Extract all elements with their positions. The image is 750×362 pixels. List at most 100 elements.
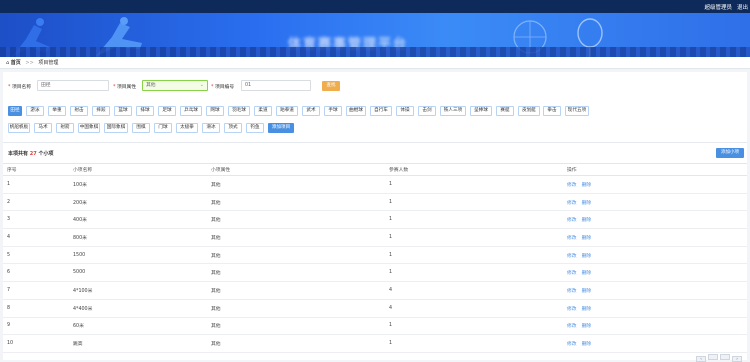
table-cell: 1 xyxy=(385,228,563,247)
subitem-table: 序号 小项名称 小项属性 参赛人数 操作 1 100米 其他 1 修改 删除 2 200米 其他 1 修改删… xyxy=(3,163,747,353)
category-chip[interactable]: 门球 xyxy=(154,123,172,133)
delete-link[interactable]: 删除 xyxy=(582,201,592,206)
table-row: 5 1500 其他 1 修改 删除 xyxy=(3,246,747,265)
table-cell: 4 xyxy=(385,281,563,300)
table-cell: 1 xyxy=(385,193,563,212)
edit-link[interactable]: 修改 xyxy=(567,289,577,294)
category-chip[interactable]: 跆拳道 xyxy=(276,106,298,116)
table-cell: 1 xyxy=(385,317,563,336)
table-cell: 1 xyxy=(385,334,563,353)
table-cell: 3 xyxy=(3,210,69,230)
category-chip[interactable]: 曲棍球 xyxy=(346,106,366,116)
category-chip[interactable]: 摔跤 xyxy=(92,106,110,116)
table-cell: 1 xyxy=(385,175,563,194)
delete-link[interactable]: 删除 xyxy=(582,236,592,241)
table-cell: 1 xyxy=(385,246,563,265)
table-cell: 其他 xyxy=(207,193,385,212)
row-actions: 修改 删除 xyxy=(563,299,747,318)
category-chip[interactable]: 现代五项 xyxy=(565,106,589,116)
pagination: ‹ › xyxy=(694,354,742,362)
name-filter-input[interactable]: 田径 xyxy=(37,80,109,91)
row-actions: 修改 删除 xyxy=(563,228,747,247)
table-cell: 其他 xyxy=(207,210,385,230)
category-chip[interactable]: 滑冰 xyxy=(202,123,220,133)
category-chip[interactable]: 围棋 xyxy=(132,123,150,133)
table-cell: 6 xyxy=(3,263,69,283)
category-chip[interactable]: 举重 xyxy=(48,106,66,116)
edit-link[interactable]: 修改 xyxy=(567,218,577,223)
category-chip[interactable]: 太极拳 xyxy=(176,123,198,133)
column-header: 小项属性 xyxy=(207,163,385,176)
delete-link[interactable]: 删除 xyxy=(582,271,592,276)
edit-link[interactable]: 修改 xyxy=(567,236,577,241)
column-header: 序号 xyxy=(3,163,69,176)
add-subitem-button[interactable]: 添加小项 xyxy=(716,148,744,158)
delete-link[interactable]: 删除 xyxy=(582,307,592,312)
edit-link[interactable]: 修改 xyxy=(567,324,577,329)
category-chip[interactable]: 钓鱼 xyxy=(246,123,264,133)
search-button[interactable]: 查找 xyxy=(322,81,340,91)
prev-page-button[interactable]: ‹ xyxy=(696,356,706,362)
table-cell: 1 xyxy=(385,263,563,283)
add-project-button[interactable]: 添加项目 xyxy=(268,123,294,133)
city-skyline xyxy=(0,47,750,57)
table-cell: 1500 xyxy=(69,246,207,265)
edit-link[interactable]: 修改 xyxy=(567,201,577,206)
next-page-button[interactable]: › xyxy=(732,356,742,362)
delete-link[interactable]: 删除 xyxy=(582,289,592,294)
page-2-button[interactable] xyxy=(720,354,730,360)
edit-link[interactable]: 修改 xyxy=(567,307,577,312)
edit-link[interactable]: 修改 xyxy=(567,342,577,347)
category-chip[interactable]: 皮划艇 xyxy=(518,106,540,116)
table-cell: 5000 xyxy=(69,263,207,283)
delete-link[interactable]: 删除 xyxy=(582,183,592,188)
category-chip[interactable]: 射击 xyxy=(70,106,88,116)
main-panel: * 项目名称 田径 * 项目属性 其他 ⌄ * 项目编号 01 查找 田径 游泳 举重… xyxy=(3,72,747,362)
breadcrumb-home[interactable]: 首页 xyxy=(11,60,21,66)
category-chip[interactable]: 羽毛球 xyxy=(228,106,250,116)
category-chip[interactable]: 拳击 xyxy=(543,106,561,116)
table-cell: 4 xyxy=(3,228,69,247)
category-chip[interactable]: 武术 xyxy=(302,106,320,116)
category-chip[interactable]: 铁人三项 xyxy=(440,106,466,116)
name-filter-label: * 项目名称 xyxy=(8,85,32,90)
category-chip[interactable]: 乒乓球 xyxy=(180,106,202,116)
code-filter-input[interactable]: 01 xyxy=(241,80,311,91)
edit-link[interactable]: 修改 xyxy=(567,271,577,276)
attr-filter-select[interactable]: 其他 ⌄ xyxy=(142,80,208,91)
category-chip[interactable]: 帆船帆板 xyxy=(8,123,30,133)
delete-link[interactable]: 删除 xyxy=(582,324,592,329)
table-row: 9 60米 其他 1 修改 删除 xyxy=(3,317,747,336)
category-chip[interactable]: 击剑 xyxy=(418,106,436,116)
page-1-button[interactable] xyxy=(708,354,718,360)
category-chip[interactable]: 柔道 xyxy=(254,106,272,116)
category-chip[interactable]: 垒棒球 xyxy=(470,106,492,116)
category-chip[interactable]: 顶式 xyxy=(224,123,242,133)
category-chip[interactable]: 体操 xyxy=(396,106,414,116)
breadcrumb-separator: >> xyxy=(25,60,34,66)
edit-link[interactable]: 修改 xyxy=(567,254,577,259)
divider xyxy=(3,142,747,143)
logout-link[interactable]: 退出 xyxy=(737,3,748,11)
category-chip[interactable]: 网球 xyxy=(206,106,224,116)
category-chip[interactable]: 国际象棋 xyxy=(104,123,128,133)
table-row: 7 4*100米 其他 4 修改 删除 xyxy=(3,281,747,300)
category-chip[interactable]: 自行车 xyxy=(370,106,392,116)
category-chip[interactable]: 射箭 xyxy=(56,123,74,133)
category-chip[interactable]: 篮球 xyxy=(114,106,132,116)
category-chip[interactable]: 游泳 xyxy=(26,106,44,116)
table-cell: 10 xyxy=(3,334,69,353)
category-chip[interactable]: 赛艇 xyxy=(496,106,514,116)
delete-link[interactable]: 删除 xyxy=(582,254,592,259)
category-chip[interactable]: 手球 xyxy=(324,106,342,116)
category-chip[interactable]: 中国象棋 xyxy=(78,123,100,133)
category-chip[interactable]: 马术 xyxy=(34,123,52,133)
edit-link[interactable]: 修改 xyxy=(567,183,577,188)
category-chip[interactable]: 田径 xyxy=(8,106,22,116)
current-user[interactable]: 超级管理员 xyxy=(704,3,732,11)
category-chip[interactable]: 排球 xyxy=(136,106,154,116)
delete-link[interactable]: 删除 xyxy=(582,342,592,347)
delete-link[interactable]: 删除 xyxy=(582,218,592,223)
category-chip[interactable]: 足球 xyxy=(158,106,176,116)
table-cell: 5 xyxy=(3,246,69,265)
